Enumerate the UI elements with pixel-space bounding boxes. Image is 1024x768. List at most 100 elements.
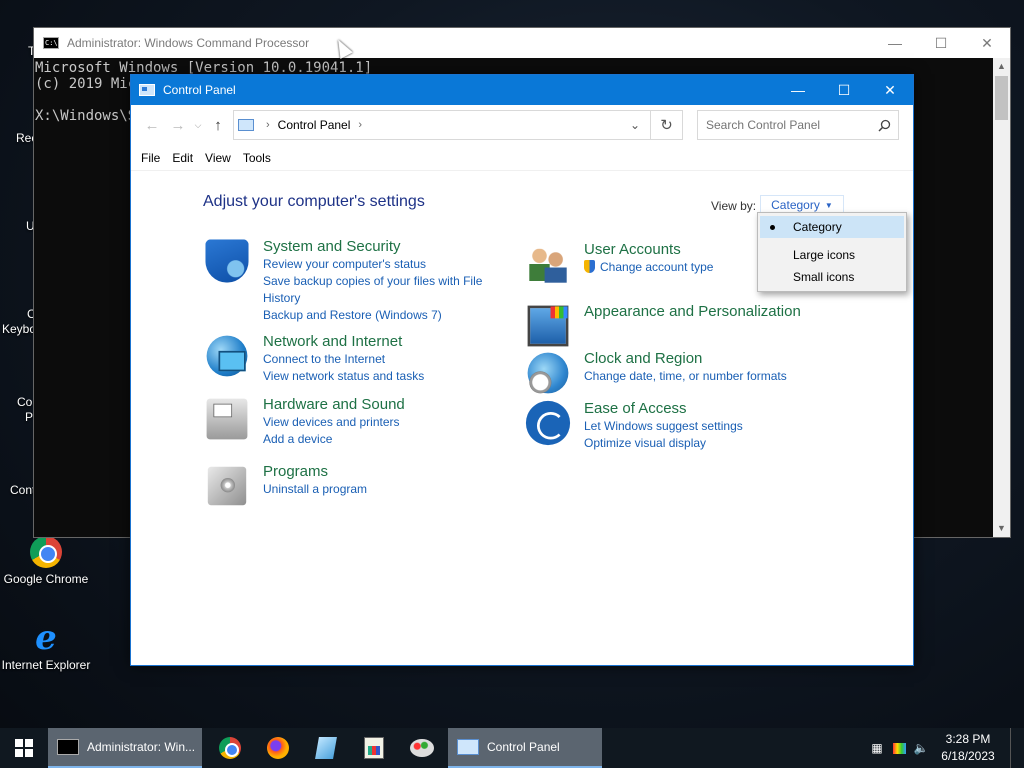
clock-date: 6/18/2023 (941, 749, 995, 763)
navigation-bar: ← → ⌵ ↑ › Control Panel › ⌄ ↻ (131, 105, 913, 145)
volume-mute-icon[interactable]: 🔈 (910, 728, 932, 768)
back-arrow-icon[interactable]: ← (139, 111, 165, 139)
chrome-icon (219, 737, 241, 759)
maximize-button[interactable]: ☐ (821, 75, 867, 105)
search-icon[interactable] (870, 119, 898, 132)
refresh-icon[interactable]: ↻ (650, 111, 682, 139)
category-title[interactable]: Network and Internet (263, 332, 503, 351)
taskbar-clock[interactable]: 3:28 PM 6/18/2023 (932, 731, 1008, 765)
desktop-icon-internet-explorer[interactable]: e Internet Explorer (0, 618, 92, 672)
category-link[interactable]: Change date, time, or number formats (584, 368, 884, 385)
category-title[interactable]: System and Security (263, 237, 503, 256)
clock-time: 3:28 PM (945, 732, 991, 746)
page-title: Adjust your computer's settings (203, 193, 425, 210)
cmd-titlebar[interactable]: C:\ Administrator: Windows Command Proce… (34, 28, 1010, 58)
minimize-button[interactable]: — (872, 28, 918, 58)
category-link[interactable]: Optimize visual display (584, 435, 884, 452)
menu-bar: File Edit View Tools (131, 145, 913, 171)
cmd-icon: C:\ (43, 37, 59, 49)
show-desktop-button[interactable] (1010, 728, 1024, 768)
spreadsheet-app-icon (364, 737, 384, 759)
category-link[interactable]: View devices and printers (263, 414, 503, 431)
shield-icon[interactable] (205, 239, 249, 283)
view-by-label: View by: (711, 198, 757, 213)
menu-view[interactable]: View (204, 151, 240, 165)
firefox-icon (267, 737, 289, 759)
category-title[interactable]: Hardware and Sound (263, 395, 503, 414)
menu-edit[interactable]: Edit (171, 151, 202, 165)
category-title[interactable]: Ease of Access (584, 399, 884, 418)
control-panel-window[interactable]: Control Panel — ☐ ✕ ← → ⌵ ↑ › Control Pa… (130, 74, 914, 666)
control-panel-icon (457, 739, 479, 755)
monitor-palette-icon[interactable] (527, 305, 569, 347)
menu-file[interactable]: File (140, 151, 169, 165)
category-link[interactable]: Review your computer's status (263, 256, 503, 273)
breadcrumb-control-panel[interactable]: Control Panel (278, 118, 351, 132)
chrome-icon (30, 536, 62, 568)
vertical-scrollbar[interactable]: ▲ ▼ (993, 58, 1010, 537)
chevron-right-icon[interactable]: › (358, 119, 362, 131)
view-by-value: Category (771, 198, 820, 212)
category-title[interactable]: Clock and Region (584, 349, 884, 368)
recent-locations-chevron-icon[interactable]: ⌵ (191, 111, 205, 139)
desktop-icon-chrome[interactable]: Google Chrome (0, 536, 92, 586)
desktop-label-fragment: P (25, 410, 34, 424)
scroll-thumb[interactable] (995, 76, 1008, 120)
close-button[interactable]: ✕ (964, 28, 1010, 58)
menu-tools[interactable]: Tools (242, 151, 280, 165)
taskbar-glass-app[interactable] (302, 728, 350, 768)
forward-arrow-icon[interactable]: → (165, 111, 191, 139)
up-arrow-icon[interactable]: ↑ (205, 111, 231, 139)
scroll-down-icon[interactable]: ▼ (993, 520, 1010, 537)
desktop-label-fragment: Cont (10, 483, 36, 497)
taskbar-item-control-panel[interactable]: Control Panel (448, 728, 602, 768)
search-box[interactable] (697, 110, 899, 140)
taskbar-paint-app[interactable] (398, 728, 446, 768)
taskbar-chrome[interactable] (206, 728, 254, 768)
category-link[interactable]: Backup and Restore (Windows 7) (263, 307, 503, 324)
clock-globe-icon[interactable] (527, 352, 569, 394)
category-link[interactable]: Let Windows suggest settings (584, 418, 884, 435)
category-link[interactable]: Add a device (263, 431, 503, 448)
windows-logo-icon (15, 739, 33, 757)
close-button[interactable]: ✕ (867, 75, 913, 105)
color-app-icon[interactable] (888, 728, 910, 768)
taskbar-item-label: Control Panel (487, 740, 560, 754)
scroll-up-icon[interactable]: ▲ (993, 58, 1010, 75)
programs-disc-icon[interactable] (207, 466, 247, 506)
start-button[interactable] (0, 728, 48, 768)
taskbar-item-cmd[interactable]: Administrator: Win... (48, 728, 202, 768)
control-panel-icon (139, 84, 155, 96)
view-option-category[interactable]: Category (760, 216, 904, 238)
minimize-button[interactable]: — (775, 75, 821, 105)
users-icon[interactable] (528, 244, 569, 285)
search-input[interactable] (706, 118, 870, 132)
category-link[interactable]: Connect to the Internet (263, 351, 503, 368)
taskbar-firefox[interactable] (254, 728, 302, 768)
taskbar-spreadsheet-app[interactable] (350, 728, 398, 768)
control-panel-titlebar[interactable]: Control Panel — ☐ ✕ (131, 75, 913, 105)
category-link[interactable]: View network status and tasks (263, 368, 503, 385)
category-link[interactable]: Save backup copies of your files with Fi… (263, 273, 503, 307)
printer-speaker-icon[interactable] (206, 398, 248, 440)
category-title[interactable]: Appearance and Personalization (584, 302, 884, 321)
network-globe-icon[interactable] (206, 335, 248, 377)
window-title: Administrator: Windows Command Processor (67, 36, 310, 50)
view-option-small-icons[interactable]: Small icons (758, 266, 906, 288)
view-option-large-icons[interactable]: Large icons (758, 244, 906, 266)
maximize-button[interactable]: ☐ (918, 28, 964, 58)
cmd-icon (57, 739, 79, 755)
internet-explorer-icon: e (35, 618, 57, 658)
network-icon[interactable]: ▦ (866, 728, 888, 768)
view-by-menu: Category Large icons Small icons (757, 212, 907, 292)
window-title: Control Panel (163, 83, 236, 97)
address-bar[interactable]: › Control Panel › ⌄ ↻ (233, 110, 683, 140)
chevron-right-icon[interactable]: › (266, 119, 270, 131)
taskbar: Administrator: Win... Control Panel ▦ 🔈 … (0, 728, 1024, 768)
chevron-down-icon[interactable]: ⌄ (620, 111, 650, 139)
category-link[interactable]: Uninstall a program (263, 481, 503, 498)
ease-of-access-icon[interactable] (525, 400, 571, 446)
dropdown-arrow-icon: ▼ (824, 200, 833, 210)
category-title[interactable]: Programs (263, 462, 503, 481)
paint-app-icon (410, 739, 434, 757)
